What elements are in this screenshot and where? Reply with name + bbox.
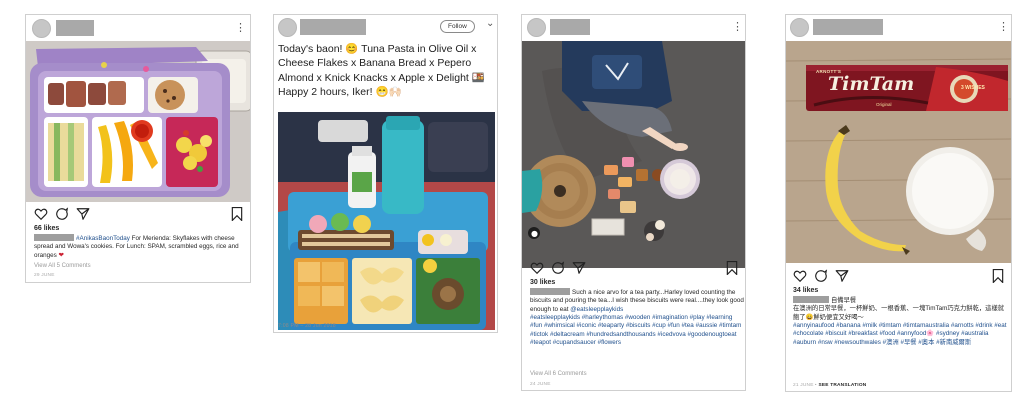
post-date: 29 JUNE <box>34 273 55 278</box>
see-translation-link[interactable]: · SEE TRANSLATION <box>815 383 866 388</box>
tweet-timestamp[interactable]: 7:08 PM – 28 Jun 2018 <box>278 323 336 329</box>
caption-text: 在澳洲的日常早餐，一杯鮮奶、一根香蕉、一塊TimTam巧克力餅乾，這樣就飽了😄鮮… <box>793 305 1005 321</box>
mention[interactable]: @eatsleepplaykids <box>570 306 623 313</box>
username-redacted[interactable] <box>550 19 590 35</box>
post-date-text: 21 JUNE <box>793 383 814 388</box>
hashtags[interactable]: #eatsleepplaykids #harleythomas #wooden … <box>530 314 741 346</box>
post-photo-bento-lunch[interactable] <box>26 41 250 202</box>
post-caption: 自備早餐 在澳洲的日常早餐，一杯鮮奶、一根香蕉、一塊TimTam巧克力餅乾，這樣就… <box>793 296 1009 347</box>
username-redacted[interactable] <box>813 19 883 35</box>
likes-count[interactable]: 66 likes <box>34 225 59 232</box>
tweet-text: Today's baon! 😊 Tuna Pasta in Olive Oil … <box>278 43 485 98</box>
post-header: ⋮ <box>522 15 745 41</box>
heart-outline-icon[interactable] <box>34 207 48 221</box>
share-plane-icon[interactable] <box>572 261 586 275</box>
tweet-header: Follow ⌄ <box>274 15 497 41</box>
more-dots-icon[interactable]: ⋮ <box>998 22 1009 33</box>
post-card-4: ⋮ ARNOTT'S TimTam Original 3 WISHES 34 l… <box>785 14 1012 392</box>
post-date: 21 JUNE · SEE TRANSLATION <box>793 383 866 388</box>
caption-title: 自備早餐 <box>831 297 857 304</box>
product-label-timtam: TimTam <box>828 73 915 95</box>
username-redacted[interactable] <box>56 20 94 36</box>
svg-text:●: ● <box>531 229 538 238</box>
avatar[interactable] <box>527 18 546 37</box>
likes-count[interactable]: 34 likes <box>793 287 818 294</box>
bookmark-icon[interactable] <box>231 207 243 221</box>
comment-icon[interactable] <box>551 261 565 275</box>
post-photo-tea-party[interactable]: ● <box>522 41 745 268</box>
chevron-down-icon[interactable]: ⌄ <box>486 19 494 29</box>
product-label-original: Original <box>876 102 892 107</box>
post-caption: #AnikasBaonToday For Merienda: Skyflakes… <box>34 234 246 260</box>
username-redacted[interactable] <box>34 234 74 241</box>
bookmark-icon[interactable] <box>726 261 738 275</box>
post-actions <box>34 207 244 223</box>
post-actions <box>530 261 740 277</box>
avatar[interactable] <box>32 19 51 38</box>
more-dots-icon[interactable]: ⋮ <box>732 22 743 33</box>
post-card-2-tweet: Follow ⌄ Today's baon! 😊 Tuna Pasta in O… <box>273 14 498 333</box>
share-plane-icon[interactable] <box>835 269 849 283</box>
post-card-3: ⋮ ● 30 likes Such a nice arvo for a tea … <box>521 14 746 391</box>
heart-outline-icon[interactable] <box>530 261 544 275</box>
product-label-promo: 3 WISHES <box>961 85 985 91</box>
hashtags[interactable]: #AnikasBaonToday <box>76 235 130 242</box>
post-card-1: ⋮ 66 likes #AnikasBaonToday For Merienda… <box>25 14 251 283</box>
username-redacted[interactable] <box>300 19 366 35</box>
avatar[interactable] <box>278 18 297 37</box>
follow-button[interactable]: Follow <box>440 20 475 33</box>
hashtags[interactable]: #annyinaufood #banana #milk #timtam #tim… <box>793 322 1007 346</box>
comment-icon[interactable] <box>55 207 69 221</box>
post-header: ⋮ <box>786 15 1011 41</box>
username-redacted[interactable] <box>530 288 570 295</box>
view-comments-link[interactable]: View All 5 Comments <box>34 263 91 269</box>
post-header: ⋮ <box>26 15 250 41</box>
view-comments-link[interactable]: View All 6 Comments <box>530 371 587 377</box>
red-heart-emoji: ❤ <box>58 251 64 259</box>
comment-icon[interactable] <box>814 269 828 283</box>
likes-count[interactable]: 30 likes <box>530 279 555 286</box>
heart-outline-icon[interactable] <box>793 269 807 283</box>
bookmark-icon[interactable] <box>992 269 1004 283</box>
username-redacted[interactable] <box>793 296 829 303</box>
post-caption: Such a nice arvo for a tea party...Harle… <box>530 288 744 348</box>
tweet-photo-bento-lunch[interactable] <box>278 112 495 330</box>
share-plane-icon[interactable] <box>76 207 90 221</box>
post-date: 24 JUNE <box>530 382 551 387</box>
avatar[interactable] <box>790 18 809 37</box>
post-actions <box>793 269 1005 285</box>
more-dots-icon[interactable]: ⋮ <box>235 23 246 34</box>
